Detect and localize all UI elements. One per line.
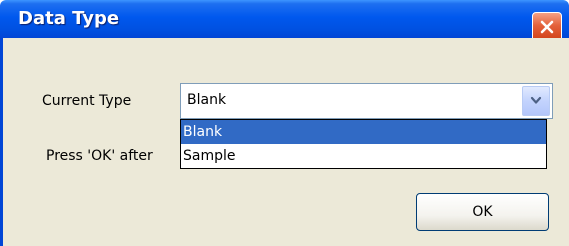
close-icon: [540, 20, 554, 34]
title-bar[interactable]: Data Type: [0, 0, 569, 42]
current-type-label: Current Type: [42, 93, 132, 109]
instruction-text: Press 'OK' after: [46, 148, 153, 164]
type-select[interactable]: Blank: [180, 83, 553, 119]
option-sample[interactable]: Sample: [181, 144, 546, 168]
type-select-value: Blank: [187, 92, 227, 108]
option-blank[interactable]: Blank: [181, 120, 546, 144]
type-dropdown-list: Blank Sample: [180, 119, 547, 169]
chevron-down-icon: [530, 96, 542, 104]
window-title: Data Type: [18, 8, 120, 29]
dropdown-button[interactable]: [522, 86, 550, 116]
ok-button[interactable]: OK: [416, 193, 549, 231]
data-type-dialog: Data Type Current Type Press 'OK' after …: [0, 0, 569, 246]
